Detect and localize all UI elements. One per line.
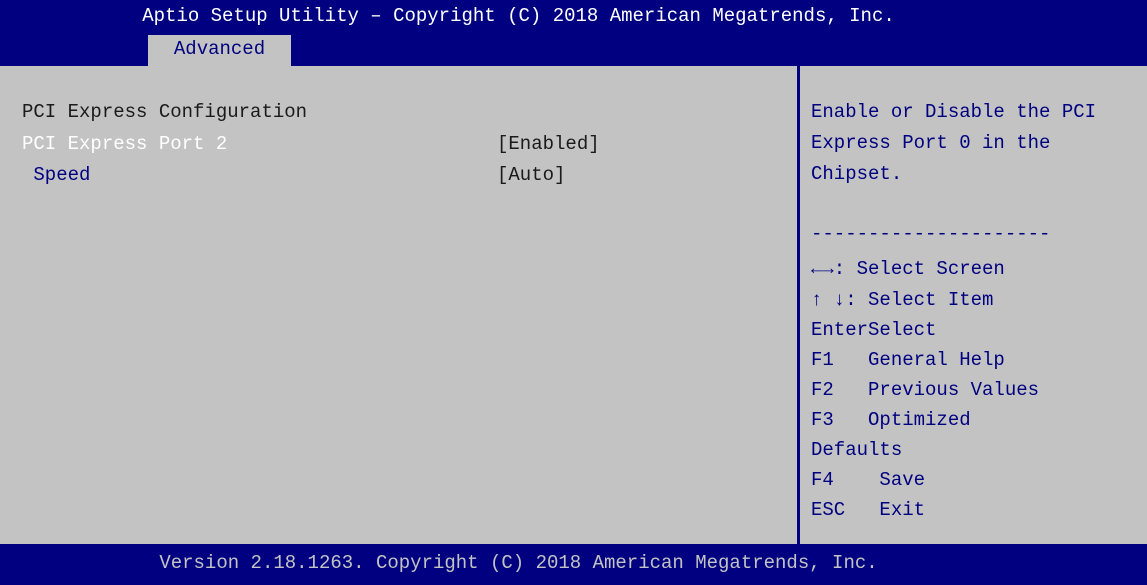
title-bar: Aptio Setup Utility – Copyright (C) 2018…	[0, 0, 1147, 66]
help-pane: Enable or Disable the PCI Express Port 0…	[800, 66, 1147, 544]
key-hint-f2: F2 Previous Values	[811, 379, 1040, 401]
settings-pane: PCI Express Configuration PCI Express Po…	[0, 66, 797, 544]
key-hint-select-item: ↑ ↓: Select Item	[811, 289, 994, 311]
key-hint-f4: F4 Save	[811, 469, 926, 491]
section-title: PCI Express Configuration	[22, 101, 308, 123]
help-text-line: Express Port 0 in the	[811, 132, 1051, 154]
help-separator: ---------------------	[811, 223, 1051, 245]
status-bar: Version 2.18.1263. Copyright (C) 2018 Am…	[0, 544, 1147, 585]
key-hint-enter: EnterSelect	[811, 319, 937, 341]
key-hint-f3-continued: Defaults	[811, 439, 903, 461]
tab-advanced[interactable]: Advanced	[148, 35, 291, 66]
pci-express-port-2-label[interactable]: PCI Express Port 2	[22, 133, 227, 155]
bios-screen: Aptio Setup Utility – Copyright (C) 2018…	[0, 0, 1147, 585]
app-title: Aptio Setup Utility – Copyright (C) 2018…	[142, 5, 895, 27]
pci-express-port-2-value[interactable]: [Enabled]	[497, 133, 600, 155]
key-hint-f3: F3 Optimized	[811, 409, 971, 431]
help-text-line: Chipset.	[811, 163, 903, 185]
version-text: Version 2.18.1263. Copyright (C) 2018 Am…	[159, 552, 878, 574]
help-text-line: Enable or Disable the PCI	[811, 101, 1097, 123]
speed-value[interactable]: [Auto]	[497, 164, 565, 186]
key-hint-select-screen: ←→: Select Screen	[811, 258, 1005, 280]
key-hint-f1: F1 General Help	[811, 349, 1005, 371]
key-hint-esc: ESC Exit	[811, 499, 926, 521]
speed-label[interactable]: Speed	[22, 164, 90, 186]
